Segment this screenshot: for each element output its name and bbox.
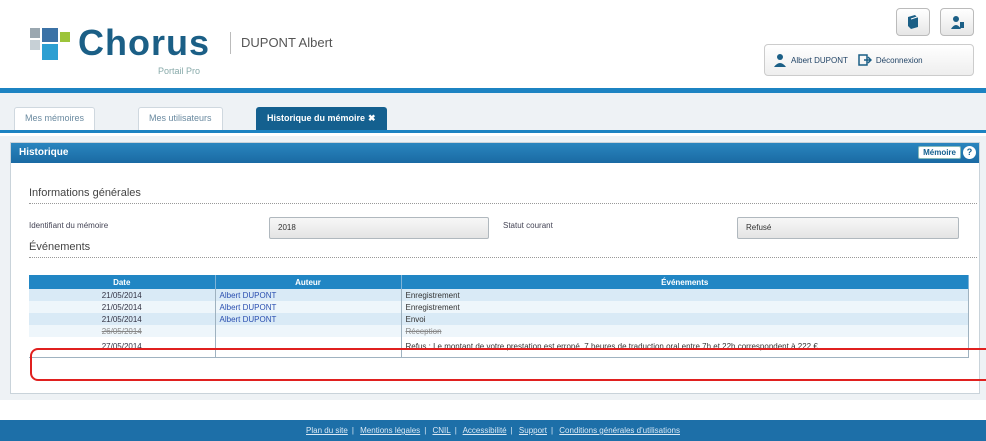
user-profile-icon[interactable] xyxy=(940,8,974,36)
footer-separator: | xyxy=(510,426,513,435)
memoire-button[interactable]: Mémoire xyxy=(918,146,961,159)
cell-event: Refus : Le montant de votre prestation e… xyxy=(401,337,969,358)
cell-author-link[interactable]: Albert DUPONT xyxy=(215,313,402,325)
status-field: Refusé xyxy=(737,217,959,239)
logout-label: Déconnexion xyxy=(875,55,923,65)
general-info-heading: Informations générales xyxy=(29,187,141,199)
help-book-icon[interactable] xyxy=(896,8,930,36)
panel-title: Historique xyxy=(19,147,69,158)
cell-author xyxy=(215,325,402,337)
tab-label: Historique du mémoire xyxy=(267,113,366,123)
logout-link[interactable]: Déconnexion xyxy=(858,53,923,67)
cell-event: Enregistrement xyxy=(401,289,969,301)
divider xyxy=(29,203,977,204)
header: Chorus Portail Pro DUPONT Albert Albert … xyxy=(0,0,986,93)
logo-subtitle: Portail Pro xyxy=(158,66,201,76)
footer-link-cnil[interactable]: CNIL xyxy=(433,426,451,435)
tab-historique-du-memoire[interactable]: Historique du mémoire ✖ xyxy=(256,107,387,130)
events-table: Date Auteur Événements 21/05/2014 Albert… xyxy=(29,275,969,358)
table-row: 21/05/2014 Albert DUPONT Enregistrement xyxy=(29,289,969,301)
cell-event: Envoi xyxy=(401,313,969,325)
status-label: Statut courant xyxy=(503,221,553,230)
tab-mes-utilisateurs[interactable]: Mes utilisateurs xyxy=(138,107,223,130)
cell-date: 21/05/2014 xyxy=(29,313,216,325)
tab-label: Mes utilisateurs xyxy=(149,113,212,123)
cell-date: 21/05/2014 xyxy=(29,301,216,313)
table-header-row: Date Auteur Événements xyxy=(29,275,969,289)
cell-event: Enregistrement xyxy=(401,301,969,313)
footer-link-mentions-legales[interactable]: Mentions légales xyxy=(360,426,420,435)
footer-separator: | xyxy=(550,426,554,435)
cell-event: Réception xyxy=(401,325,969,337)
memoire-id-field: 2018 xyxy=(269,217,489,239)
footer-separator: | xyxy=(454,426,457,435)
divider xyxy=(29,257,977,258)
cell-date: 27/05/2014 xyxy=(29,337,216,358)
footer-separator: | xyxy=(424,426,427,435)
column-header-author[interactable]: Auteur xyxy=(215,275,402,289)
footer: Plan du site | Mentions légales | CNIL | Ac… xyxy=(0,420,986,441)
content-area: Historique Mémoire ? Informations généra… xyxy=(0,136,986,400)
user-account-link[interactable]: Albert DUPONT xyxy=(773,53,848,67)
panel-header: Historique Mémoire ? xyxy=(11,143,979,163)
chorus-logo-icon xyxy=(30,22,74,62)
memoire-id-label: Identifiant du mémoire xyxy=(29,221,109,230)
cell-date: 21/05/2014 xyxy=(29,289,216,301)
cell-author-link[interactable]: Albert DUPONT xyxy=(215,301,402,313)
header-user-name: DUPONT Albert xyxy=(230,32,333,54)
footer-link-support[interactable]: Support xyxy=(519,426,547,435)
historique-panel: Historique Mémoire ? Informations généra… xyxy=(10,142,980,394)
cell-date: 26/05/2014 xyxy=(29,325,216,337)
user-box: Albert DUPONT Déconnexion xyxy=(764,44,974,76)
user-icon xyxy=(773,53,787,67)
table-row: 21/05/2014 Albert DUPONT Envoi xyxy=(29,313,969,325)
table-row: 21/05/2014 Albert DUPONT Enregistrement xyxy=(29,301,969,313)
cell-author-link[interactable]: Albert DUPONT xyxy=(215,289,402,301)
close-tab-icon[interactable]: ✖ xyxy=(368,113,376,123)
logout-icon xyxy=(858,53,872,67)
table-row: 27/05/2014 Refus : Le montant de votre p… xyxy=(29,337,969,358)
tab-bar: Mes mémoires Mes utilisateurs Historique… xyxy=(0,93,986,133)
footer-link-accessibilite[interactable]: Accessibilité xyxy=(463,426,507,435)
table-row: 26/05/2014 Réception xyxy=(29,325,969,337)
footer-link-plan-du-site[interactable]: Plan du site xyxy=(306,426,348,435)
tab-mes-memoires[interactable]: Mes mémoires xyxy=(14,107,96,130)
column-header-events[interactable]: Événements xyxy=(401,275,969,289)
cell-author xyxy=(215,337,402,358)
top-icons xyxy=(896,8,974,36)
events-heading: Événements xyxy=(29,241,91,253)
help-icon[interactable]: ? xyxy=(963,146,976,159)
column-header-date[interactable]: Date xyxy=(29,275,216,289)
footer-separator: | xyxy=(351,426,354,435)
tab-label: Mes mémoires xyxy=(25,113,85,123)
footer-link-conditions[interactable]: Conditions générales d'utilisations xyxy=(559,426,680,435)
logo-text: Chorus xyxy=(78,22,210,63)
user-account-label: Albert DUPONT xyxy=(791,55,848,65)
